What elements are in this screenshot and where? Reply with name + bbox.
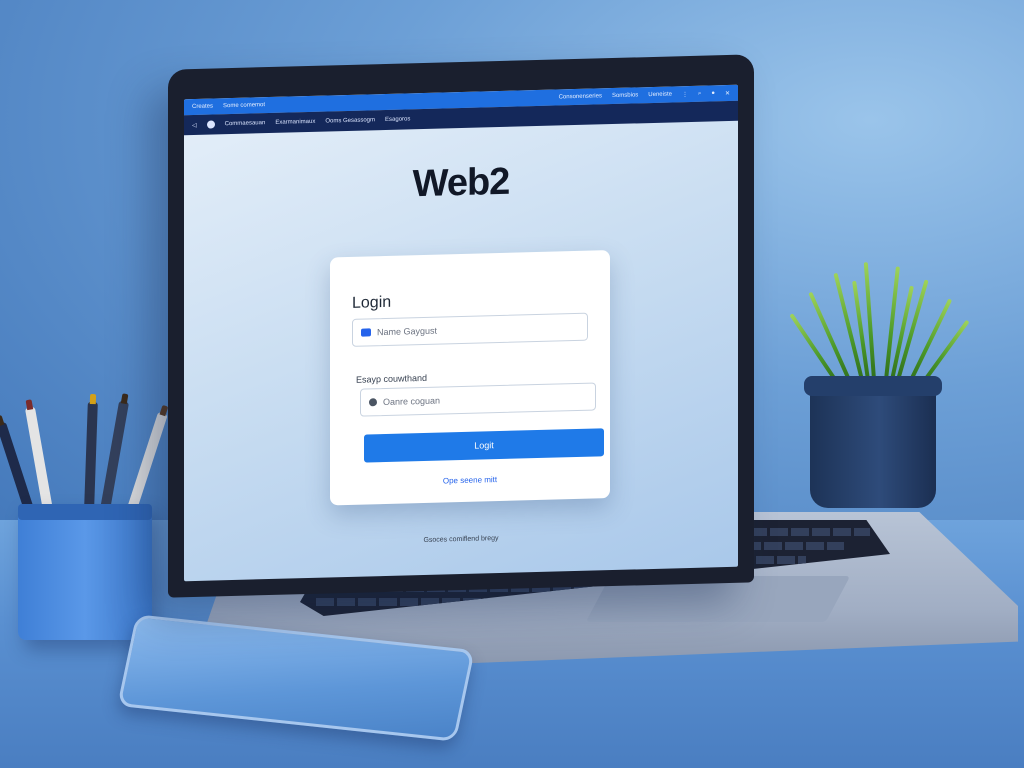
nav-item[interactable]: Exarmanimaux [275,119,315,126]
plant-pot-rim [804,376,942,396]
cup-rim [18,504,152,520]
password-input[interactable]: Oanre coguan [360,382,596,417]
laptop-screen: Creates Some comemot Consonenseries Soms… [184,84,738,582]
forgot-password-link[interactable]: Ope seene mitt [330,472,610,488]
username-input[interactable]: Name Gaygust [352,312,588,347]
login-card: Login Name Gaygust Esayp couwthand Oanre… [330,250,610,506]
menu-icon[interactable]: ⋮ [682,91,688,98]
close-icon[interactable]: ✕ [725,89,730,96]
search-icon[interactable]: ⌕ [698,90,701,97]
login-button[interactable]: Logit [364,428,604,463]
top-bar-item[interactable]: Somsbios [612,92,638,99]
footer-link[interactable]: Gsoces comiflend bregy [184,529,738,551]
username-placeholder: Name Gaygust [377,325,438,338]
user-icon [361,328,371,337]
brand-title: Web2 [412,160,510,206]
nav-item[interactable]: Esagoros [385,116,410,123]
nav-item[interactable]: Ooms Gesassogm [325,117,375,124]
plant-pot [810,380,936,508]
back-icon[interactable]: ◁ [192,121,197,128]
top-bar-item[interactable]: Consonenseries [559,93,602,100]
lock-icon [369,398,377,407]
top-bar-item[interactable]: Ueneiste [648,91,672,98]
password-placeholder: Oanre coguan [383,395,441,408]
top-bar-item[interactable]: Creates [192,103,213,110]
top-bar-item[interactable]: Some comemot [223,102,265,109]
nav-item[interactable]: Commaesauan [225,120,266,127]
cup-body [18,504,152,640]
site-icon [206,120,215,129]
laptop-lid: Creates Some comemot Consonenseries Soms… [168,54,754,598]
password-label: Esayp couwthand [356,372,428,385]
account-icon[interactable]: ● [711,90,715,96]
login-title: Login [352,293,392,312]
